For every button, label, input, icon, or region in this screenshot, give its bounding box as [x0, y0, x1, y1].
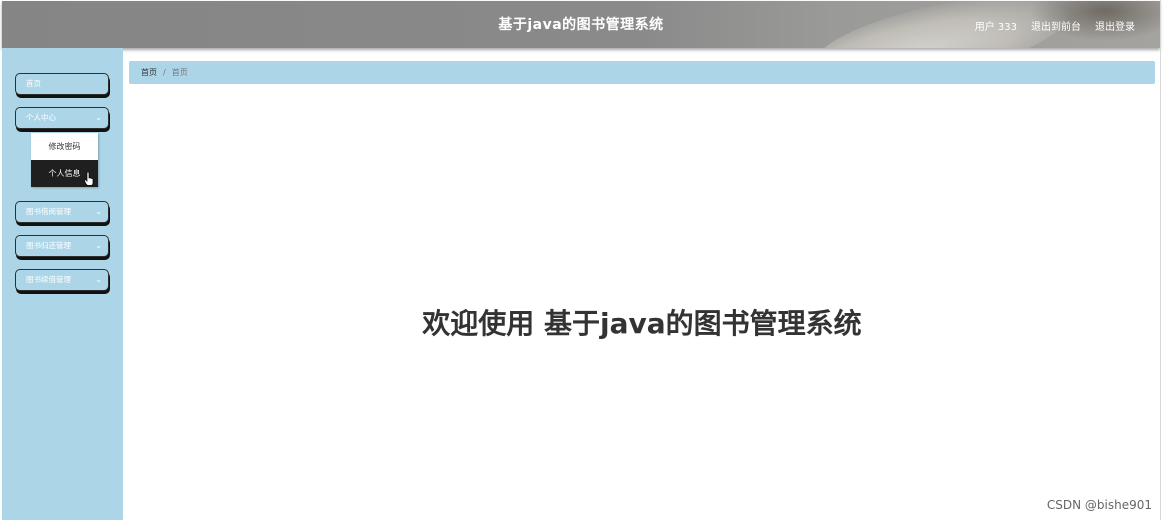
sidebar-item-book-borrow-management[interactable]: 图书借阅管理 ⌄ — [15, 201, 109, 223]
chevron-down-icon: ⌄ — [95, 113, 102, 122]
chevron-down-icon: ⌄ — [95, 275, 102, 284]
top-header: 基于java的图书管理系统 用户 333 退出到前台 退出登录 — [2, 1, 1160, 48]
sidebar-item-label: 首页 — [26, 79, 41, 88]
welcome-heading: 欢迎使用 基于java的图书管理系统 — [422, 307, 862, 340]
sidebar-item-label: 图书续借管理 — [26, 275, 71, 284]
personal-center-submenu: 修改密码 个人信息 — [31, 133, 98, 187]
breadcrumb-home-link[interactable]: 首页 — [141, 68, 157, 77]
chevron-down-icon: ⌄ — [95, 241, 102, 250]
submenu-item-personal-info[interactable]: 个人信息 — [31, 160, 98, 187]
logout-link[interactable]: 退出登录 — [1095, 18, 1135, 33]
submenu-item-label: 修改密码 — [48, 142, 81, 151]
current-user-label: 用户 333 — [974, 22, 1017, 33]
sidebar-item-label: 图书借阅管理 — [26, 207, 71, 216]
sidebar-item-label: 个人中心 — [26, 113, 56, 122]
window-edge-divider — [1160, 0, 1161, 520]
chevron-down-icon: ⌄ — [95, 207, 102, 216]
watermark: CSDN @bishe901 — [1046, 498, 1152, 512]
submenu-item-label: 个人信息 — [48, 169, 81, 178]
hand-cursor-icon — [84, 172, 94, 186]
header-links: 用户 333 退出到前台 退出登录 — [975, 18, 1135, 33]
exit-to-frontend-link[interactable]: 退出到前台 — [1031, 18, 1081, 33]
sidebar-item-book-renew-management[interactable]: 图书续借管理 ⌄ — [15, 269, 109, 291]
app-window: 基于java的图书管理系统 用户 333 退出到前台 退出登录 首页 个人中心 … — [0, 0, 1166, 520]
breadcrumb: 首页 / 首页 — [129, 61, 1155, 84]
sidebar-item-personal-center[interactable]: 个人中心 ⌄ — [15, 107, 109, 129]
sidebar-item-home[interactable]: 首页 — [15, 73, 109, 95]
sidebar-item-label: 图书归还管理 — [26, 241, 71, 250]
sidebar: 首页 个人中心 ⌄ 修改密码 个人信息 图书借阅管理 ⌄ 图书归还管理 ⌄ 图书… — [2, 48, 123, 520]
breadcrumb-separator: / — [163, 68, 166, 77]
sidebar-item-book-return-management[interactable]: 图书归还管理 ⌄ — [15, 235, 109, 257]
submenu-item-change-password[interactable]: 修改密码 — [31, 133, 98, 160]
breadcrumb-current: 首页 — [171, 68, 188, 77]
